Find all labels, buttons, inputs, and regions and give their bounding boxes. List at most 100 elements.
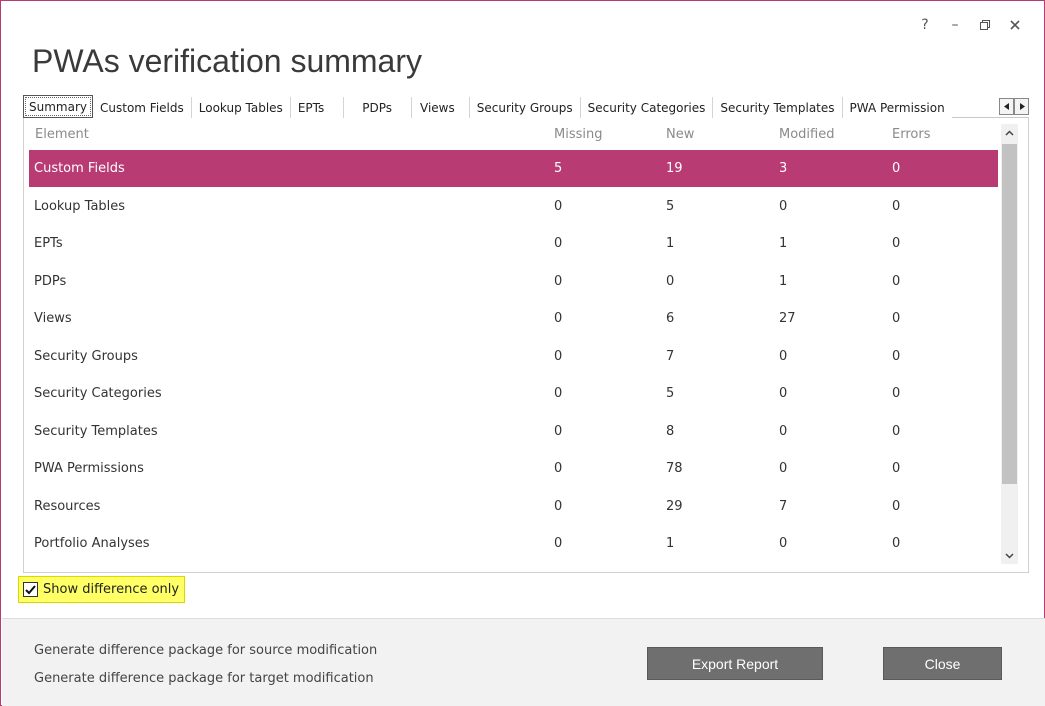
cell-missing: 0 bbox=[554, 311, 563, 326]
column-header-modified[interactable]: Modified bbox=[779, 127, 834, 142]
cell-missing: 0 bbox=[554, 499, 563, 514]
cell-element: Views bbox=[34, 311, 72, 326]
cell-new: 5 bbox=[666, 386, 675, 401]
close-icon bbox=[1010, 20, 1020, 30]
table-row[interactable]: Lookup Tables 0 5 0 0 bbox=[29, 188, 998, 225]
close-window-button[interactable] bbox=[1000, 15, 1030, 35]
column-header-missing[interactable]: Missing bbox=[554, 127, 602, 142]
minimize-icon: – bbox=[951, 17, 959, 33]
cell-new: 19 bbox=[666, 161, 683, 176]
column-header-errors[interactable]: Errors bbox=[892, 127, 930, 142]
cell-modified: 27 bbox=[779, 311, 796, 326]
table-row[interactable]: Custom Fields 5 19 3 0 bbox=[29, 150, 998, 187]
cell-new: 1 bbox=[666, 536, 675, 551]
tab-security-groups[interactable]: Security Groups bbox=[469, 97, 581, 118]
cell-missing: 0 bbox=[554, 236, 563, 251]
minimize-button[interactable]: – bbox=[940, 15, 970, 35]
table-row[interactable]: Views 0 6 27 0 bbox=[29, 300, 998, 337]
column-header-new[interactable]: New bbox=[666, 127, 694, 142]
generate-target-package-link[interactable]: Generate difference package for target m… bbox=[34, 671, 374, 686]
triangle-right-icon bbox=[1019, 103, 1025, 110]
table-row[interactable]: Security Groups 0 7 0 0 bbox=[29, 338, 998, 375]
cell-element: Security Groups bbox=[34, 349, 138, 364]
scrollbar-thumb[interactable] bbox=[1002, 144, 1017, 484]
tab-bar: Summary Custom Fields Lookup Tables EPTs… bbox=[23, 95, 1029, 118]
cell-element: Resources bbox=[34, 499, 101, 514]
cell-errors: 0 bbox=[892, 386, 901, 401]
table-row[interactable]: PDPs 0 0 1 0 bbox=[29, 263, 998, 300]
cell-new: 5 bbox=[666, 199, 675, 214]
table-row[interactable]: Security Templates 0 8 0 0 bbox=[29, 413, 998, 450]
tab-scroll-left-button[interactable] bbox=[999, 98, 1014, 115]
tab-lookup-tables[interactable]: Lookup Tables bbox=[191, 97, 291, 118]
cell-errors: 0 bbox=[892, 499, 901, 514]
cell-errors: 0 bbox=[892, 274, 901, 289]
help-icon: ? bbox=[921, 17, 929, 33]
table-row[interactable]: Security Categories 0 5 0 0 bbox=[29, 375, 998, 412]
cell-errors: 0 bbox=[892, 349, 901, 364]
verification-summary-window: ? – PWAs verification summary Summary Cu… bbox=[0, 0, 1045, 706]
cell-modified: 0 bbox=[779, 199, 788, 214]
cell-errors: 0 bbox=[892, 199, 901, 214]
table-header: Element Missing New Modified Errors bbox=[24, 118, 999, 150]
restore-icon bbox=[980, 20, 990, 30]
cell-missing: 0 bbox=[554, 386, 563, 401]
checkbox-box[interactable] bbox=[23, 582, 38, 597]
cell-new: 29 bbox=[666, 499, 683, 514]
cell-missing: 0 bbox=[554, 199, 563, 214]
cell-element: EPTs bbox=[34, 236, 63, 251]
tab-summary[interactable]: Summary bbox=[23, 95, 93, 118]
table-row[interactable]: EPTs 0 1 1 0 bbox=[29, 225, 998, 262]
cell-missing: 0 bbox=[554, 461, 563, 476]
cell-element: Custom Fields bbox=[34, 161, 125, 176]
checkbox-label: Show difference only bbox=[43, 582, 180, 597]
table-row[interactable]: Portfolio Analyses 0 1 0 0 bbox=[29, 525, 998, 562]
column-header-element[interactable]: Element bbox=[35, 127, 89, 142]
tab-scroll-right-button[interactable] bbox=[1014, 98, 1029, 115]
close-button[interactable]: Close bbox=[883, 647, 1002, 680]
vertical-scrollbar[interactable] bbox=[1001, 124, 1018, 564]
checkmark-icon bbox=[25, 584, 36, 594]
help-button[interactable]: ? bbox=[910, 15, 940, 35]
page-title: PWAs verification summary bbox=[32, 43, 422, 79]
tab-scroll-controls bbox=[999, 96, 1029, 117]
cell-new: 78 bbox=[666, 461, 683, 476]
cell-errors: 0 bbox=[892, 536, 901, 551]
tab-security-templates[interactable]: Security Templates bbox=[713, 97, 843, 118]
cell-modified: 7 bbox=[779, 499, 788, 514]
cell-element: PWA Permissions bbox=[34, 461, 144, 476]
tab-security-categories[interactable]: Security Categories bbox=[580, 97, 714, 118]
cell-missing: 0 bbox=[554, 536, 563, 551]
generate-source-package-link[interactable]: Generate difference package for source m… bbox=[34, 643, 377, 658]
table-row[interactable]: Resources 0 29 7 0 bbox=[29, 488, 998, 525]
export-report-button[interactable]: Export Report bbox=[647, 647, 823, 680]
scroll-up-button[interactable] bbox=[1001, 124, 1018, 141]
table-row[interactable]: PWA Permissions 0 78 0 0 bbox=[29, 450, 998, 487]
tab-pdps[interactable]: PDPs bbox=[344, 97, 412, 118]
scroll-down-button[interactable] bbox=[1001, 547, 1018, 564]
cell-new: 1 bbox=[666, 236, 675, 251]
cell-errors: 0 bbox=[892, 161, 901, 176]
cell-modified: 0 bbox=[779, 424, 788, 439]
cell-modified: 0 bbox=[779, 536, 788, 551]
show-difference-only-checkbox[interactable]: Show difference only bbox=[18, 576, 186, 603]
cell-errors: 0 bbox=[892, 236, 901, 251]
restore-button[interactable] bbox=[970, 15, 1000, 35]
tab-custom-fields[interactable]: Custom Fields bbox=[93, 97, 192, 118]
window-controls: ? – bbox=[910, 15, 1030, 35]
tab-epts[interactable]: EPTs bbox=[290, 97, 345, 118]
tab-pwa-permission[interactable]: PWA Permission bbox=[842, 97, 952, 118]
cell-element: Portfolio Analyses bbox=[34, 536, 150, 551]
cell-missing: 0 bbox=[554, 349, 563, 364]
summary-table: Element Missing New Modified Errors Cust… bbox=[23, 118, 1029, 573]
cell-element: Security Categories bbox=[34, 386, 162, 401]
footer-bar: Generate difference package for source m… bbox=[2, 618, 1045, 706]
cell-modified: 0 bbox=[779, 461, 788, 476]
tab-views[interactable]: Views bbox=[412, 97, 470, 118]
cell-modified: 0 bbox=[779, 386, 788, 401]
cell-new: 0 bbox=[666, 274, 675, 289]
cell-element: Lookup Tables bbox=[34, 199, 126, 214]
cell-missing: 0 bbox=[554, 424, 563, 439]
cell-element: PDPs bbox=[34, 274, 67, 289]
triangle-left-icon bbox=[1003, 103, 1009, 110]
